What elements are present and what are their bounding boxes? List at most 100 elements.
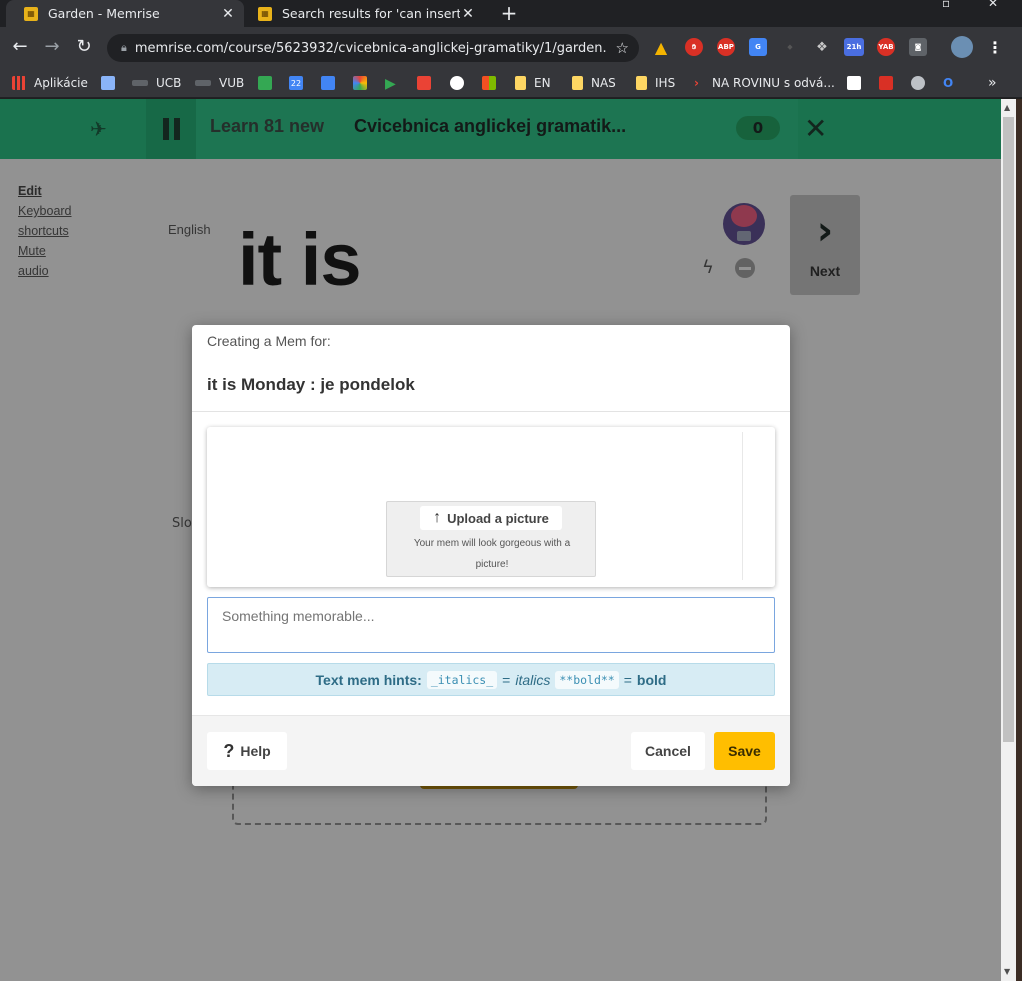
bookmark-photos[interactable] [353,73,375,93]
new-tab-icon[interactable]: + [498,2,520,24]
back-arrow-icon[interactable]: ← [8,35,32,59]
upload-label: Upload a picture [447,510,549,526]
bookmark-label: UCB [156,76,182,90]
lock-icon: 🔒︎ [121,41,127,54]
bookmark-misc-4[interactable]: O [943,73,965,93]
page-scrollbar[interactable]: ▲ ▼ [1001,99,1016,981]
bookmark-kb-icon[interactable] [101,73,123,93]
gmail-icon [417,76,431,90]
alien-icon [911,76,925,90]
chart-icon [847,76,861,90]
picture-area: ↑ Upload a picture Your mem will look go… [207,427,775,587]
camera-extension-icon[interactable]: ◙ [909,38,927,56]
adblock-icon[interactable]: ABP [717,38,735,56]
bookmark-apps[interactable]: Aplikácie [12,73,88,93]
calendar-extension-icon[interactable]: 21h [844,38,864,56]
bookmark-microsoft[interactable] [482,73,504,93]
maps-icon [258,76,272,90]
bookmark-misc-1[interactable] [847,73,869,93]
folder-icon [636,76,647,90]
memrise-page: ✈︎ Learn 81 new Cvicebnica anglickej gra… [0,99,1001,981]
create-mem-dialog: Creating a Mem for: it is Monday : je po… [192,325,790,786]
scroll-down-icon[interactable]: ▼ [1004,967,1010,976]
translate-icon[interactable]: G [749,38,767,56]
scroll-up-icon[interactable]: ▲ [1004,103,1010,112]
address-bar[interactable]: 🔒︎ memrise.com/course/5623932/cvicebnica… [107,34,639,62]
bookmarks-bar: Aplikácie UCB VUB 22 ▶ EN NAS IHS › NA R… [0,68,1022,98]
bookmark-star-icon[interactable]: ☆ [616,39,629,57]
google-icon [450,76,464,90]
help-button[interactable]: ? Help [207,732,287,770]
dark-extension-icon[interactable]: ◆ [781,38,799,56]
bookmark-misc-3[interactable] [911,73,933,93]
pinwheel-icon [353,76,367,90]
help-label: Help [240,743,271,759]
bookmark-calendar[interactable]: 22 [289,73,311,93]
equals-sign: = [623,671,632,688]
upload-description: Your mem will look gorgeous with a pictu… [413,538,571,570]
vub-icon [195,80,211,86]
bookmark-gmail[interactable] [417,73,439,93]
bookmark-folder-ihs[interactable]: IHS [636,73,675,93]
reload-icon[interactable]: ↻ [72,35,96,59]
scrollbar-thumb[interactable] [1003,117,1014,742]
bookmark-google[interactable] [450,73,472,93]
bookmark-label: NAS [591,76,616,90]
tab-title: Garden - Memrise [48,6,160,21]
bookmarks-overflow-icon[interactable]: » [988,73,997,93]
italics-example: italics [515,671,551,688]
dialog-subtitle: Creating a Mem for: [207,333,331,349]
dialog-heading: it is Monday : je pondelok [207,375,415,394]
ucb-icon [132,80,148,86]
dropbox-icon[interactable]: ❖ [813,38,831,56]
question-mark-icon: ? [223,740,235,761]
close-tab-icon[interactable]: ✕ [460,6,476,22]
folder-icon [515,76,526,90]
profile-avatar[interactable] [951,36,973,58]
tab-title: Search results for 'can insert pictu [282,6,460,21]
tab-garden-memrise[interactable]: ▦ Garden - Memrise ✕ [6,0,244,27]
equals-sign: = [502,671,511,688]
s-logo-icon [879,76,893,90]
microsoft-icon [482,76,496,90]
memrise-favicon-icon: ▦ [258,6,272,21]
upload-picture-button[interactable]: ↑ Upload a picture [420,506,562,530]
tab-search-results[interactable]: ▦ Search results for 'can insert pictu ✕ [244,0,484,27]
dialog-header: Creating a Mem for: it is Monday : je po… [192,325,790,412]
bookmark-ucb[interactable]: UCB [132,73,181,93]
close-window-icon[interactable]: ✕ [988,0,998,10]
bookmark-vub[interactable]: VUB [195,73,244,93]
folder-icon [572,76,583,90]
mem-text-input[interactable] [207,597,775,653]
bookmark-play[interactable]: ▶ [385,73,407,93]
google-drive-icon[interactable]: ▲ [652,38,670,57]
bookmark-na-rovinu[interactable]: › NA ROVINU s odvá... [694,73,835,93]
bookmark-label: Aplikácie [34,76,88,90]
bookmark-folder-nas[interactable]: NAS [572,73,616,93]
bookmark-label: VUB [219,76,245,90]
hand-extension-icon[interactable]: ✋︎ [685,38,703,56]
yab-extension-icon[interactable]: YAB [877,38,895,56]
upload-arrow-icon: ↑ [433,509,442,526]
dialog-footer: ? Help Cancel Save [192,715,790,786]
url-text: memrise.com/course/5623932/cvicebnica-an… [134,40,606,56]
close-tab-icon[interactable]: ✕ [220,6,236,22]
bookmark-translate[interactable] [321,73,343,93]
chevron-logo-icon: › [694,76,699,90]
bookmark-folder-en[interactable]: EN [515,73,551,93]
bookmark-maps[interactable] [258,73,280,93]
cancel-button[interactable]: Cancel [631,732,705,770]
translate-icon [321,76,335,90]
upload-picture-box[interactable]: ↑ Upload a picture Your mem will look go… [386,501,596,577]
italics-code: _italics_ [426,670,498,689]
bookmark-label: NA ROVINU s odvá... [712,76,835,90]
save-button[interactable]: Save [714,732,775,770]
minimize-window-icon[interactable]: ▫ [942,0,950,10]
menu-kebab-icon[interactable]: ⋮ [986,38,1004,57]
bookmark-label: IHS [655,76,676,90]
hints-label: Text mem hints: [315,671,422,688]
bookmark-misc-2[interactable] [879,73,901,93]
play-store-icon: ▶ [385,76,396,92]
forward-arrow-icon[interactable]: → [40,35,64,59]
bookmark-label: EN [534,76,551,90]
